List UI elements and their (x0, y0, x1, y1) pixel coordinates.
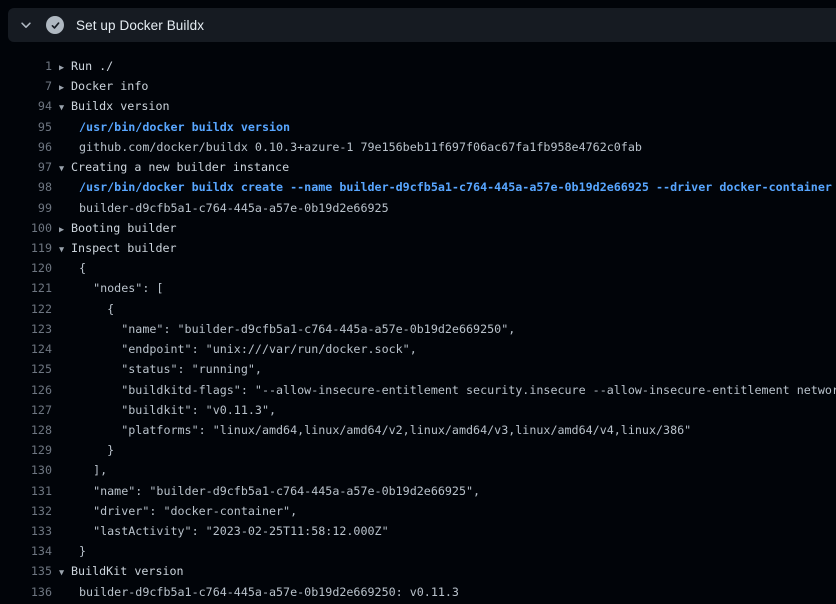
group-toggle-icon: ▼ (59, 240, 71, 258)
group-title[interactable]: Inspect builder (71, 238, 177, 258)
group-title[interactable]: Booting builder (71, 218, 177, 238)
line-text: "platforms": "linux/amd64,linux/amd64/v2… (79, 420, 691, 440)
group-title[interactable]: Docker info (71, 76, 148, 96)
log-line[interactable]: 94 ▼ Buildx version (0, 96, 836, 116)
line-number[interactable]: 132 (0, 501, 52, 521)
line-number[interactable]: 96 (0, 137, 52, 157)
log-line: 130 ], (0, 460, 836, 480)
line-text: } (79, 440, 114, 460)
log-line: 126 "buildkitd-flags": "--allow-insecure… (0, 380, 836, 400)
line-number[interactable]: 131 (0, 481, 52, 501)
chevron-down-icon[interactable] (18, 17, 34, 33)
line-number[interactable]: 130 (0, 460, 52, 480)
line-number[interactable]: 98 (0, 177, 52, 197)
line-text: github.com/docker/buildx 0.10.3+azure-1 … (79, 137, 642, 157)
log-line: 121 "nodes": [ (0, 278, 836, 298)
group-title[interactable]: Creating a new builder instance (71, 157, 289, 177)
line-number[interactable]: 122 (0, 299, 52, 319)
line-text: "name": "builder-d9cfb5a1-c764-445a-a57e… (79, 481, 480, 501)
line-number[interactable]: 99 (0, 198, 52, 218)
log-line: 133 "lastActivity": "2023-02-25T11:58:12… (0, 521, 836, 541)
line-text: "status": "running", (79, 359, 262, 379)
log-line[interactable]: 1 ▶ Run ./ (0, 56, 836, 76)
line-number[interactable]: 100 (0, 218, 52, 238)
log-line: 96 github.com/docker/buildx 0.10.3+azure… (0, 137, 836, 157)
line-number[interactable]: 135 (0, 561, 52, 581)
line-number[interactable]: 119 (0, 238, 52, 258)
log-line: 132 "driver": "docker-container", (0, 501, 836, 521)
log-line[interactable]: 97 ▼ Creating a new builder instance (0, 157, 836, 177)
log-line: 122 { (0, 299, 836, 319)
line-number[interactable]: 97 (0, 157, 52, 177)
line-number[interactable]: 127 (0, 400, 52, 420)
log-line: 131 "name": "builder-d9cfb5a1-c764-445a-… (0, 481, 836, 501)
step-header[interactable]: Set up Docker Buildx (8, 8, 836, 42)
line-number[interactable]: 129 (0, 440, 52, 460)
group-toggle-icon: ▼ (59, 563, 71, 581)
line-text: builder-d9cfb5a1-c764-445a-a57e-0b19d2e6… (79, 198, 389, 218)
log-line: 129 } (0, 440, 836, 460)
line-text: /usr/bin/docker buildx version (79, 117, 290, 137)
line-number[interactable]: 124 (0, 339, 52, 359)
group-toggle-icon: ▶ (59, 58, 71, 76)
log-line: 127 "buildkit": "v0.11.3", (0, 400, 836, 420)
line-text: /usr/bin/docker buildx create --name bui… (79, 177, 832, 197)
line-number[interactable]: 1 (0, 56, 52, 76)
log-line: 128 "platforms": "linux/amd64,linux/amd6… (0, 420, 836, 440)
line-text: ], (79, 460, 107, 480)
line-number[interactable]: 94 (0, 96, 52, 116)
line-number[interactable]: 120 (0, 258, 52, 278)
group-toggle-icon: ▼ (59, 98, 71, 116)
log-line: 125 "status": "running", (0, 359, 836, 379)
log-lines: 1 ▶ Run ./ 7 ▶ Docker info 94 ▼ Buildx v… (0, 56, 836, 602)
log-line: 95 /usr/bin/docker buildx version (0, 117, 836, 137)
group-toggle-icon: ▶ (59, 220, 71, 238)
line-number[interactable]: 134 (0, 541, 52, 561)
line-text: { (79, 299, 114, 319)
line-text: "buildkit": "v0.11.3", (79, 400, 276, 420)
log-line[interactable]: 135 ▼ BuildKit version (0, 561, 836, 581)
log-line[interactable]: 100 ▶ Booting builder (0, 218, 836, 238)
line-number[interactable]: 125 (0, 359, 52, 379)
log-line: 98 /usr/bin/docker buildx create --name … (0, 177, 836, 197)
log-line[interactable]: 7 ▶ Docker info (0, 76, 836, 96)
line-text: { (79, 258, 86, 278)
line-text: "lastActivity": "2023-02-25T11:58:12.000… (79, 521, 389, 541)
group-title[interactable]: Run ./ (71, 56, 113, 76)
line-text: builder-d9cfb5a1-c764-445a-a57e-0b19d2e6… (79, 582, 459, 602)
line-number[interactable]: 121 (0, 278, 52, 298)
line-number[interactable]: 136 (0, 582, 52, 602)
line-text: "endpoint": "unix:///var/run/docker.sock… (79, 339, 417, 359)
line-number[interactable]: 133 (0, 521, 52, 541)
line-text: } (79, 541, 86, 561)
line-number[interactable]: 95 (0, 117, 52, 137)
log-line: 99 builder-d9cfb5a1-c764-445a-a57e-0b19d… (0, 198, 836, 218)
log-line: 120 { (0, 258, 836, 278)
log-line: 136 builder-d9cfb5a1-c764-445a-a57e-0b19… (0, 582, 836, 602)
line-text: "driver": "docker-container", (79, 501, 297, 521)
log-line[interactable]: 119 ▼ Inspect builder (0, 238, 836, 258)
group-toggle-icon: ▶ (59, 78, 71, 96)
log-line: 124 "endpoint": "unix:///var/run/docker.… (0, 339, 836, 359)
group-title[interactable]: Buildx version (71, 96, 170, 116)
group-toggle-icon: ▼ (59, 159, 71, 177)
line-number[interactable]: 7 (0, 76, 52, 96)
line-number[interactable]: 123 (0, 319, 52, 339)
group-title[interactable]: BuildKit version (71, 561, 184, 581)
check-circle-icon (46, 16, 64, 34)
line-text: "nodes": [ (79, 278, 163, 298)
log-line: 123 "name": "builder-d9cfb5a1-c764-445a-… (0, 319, 836, 339)
log-line: 134 } (0, 541, 836, 561)
step-title: Set up Docker Buildx (76, 18, 204, 33)
line-text: "buildkitd-flags": "--allow-insecure-ent… (79, 380, 836, 400)
line-number[interactable]: 126 (0, 380, 52, 400)
line-number[interactable]: 128 (0, 420, 52, 440)
line-text: "name": "builder-d9cfb5a1-c764-445a-a57e… (79, 319, 515, 339)
